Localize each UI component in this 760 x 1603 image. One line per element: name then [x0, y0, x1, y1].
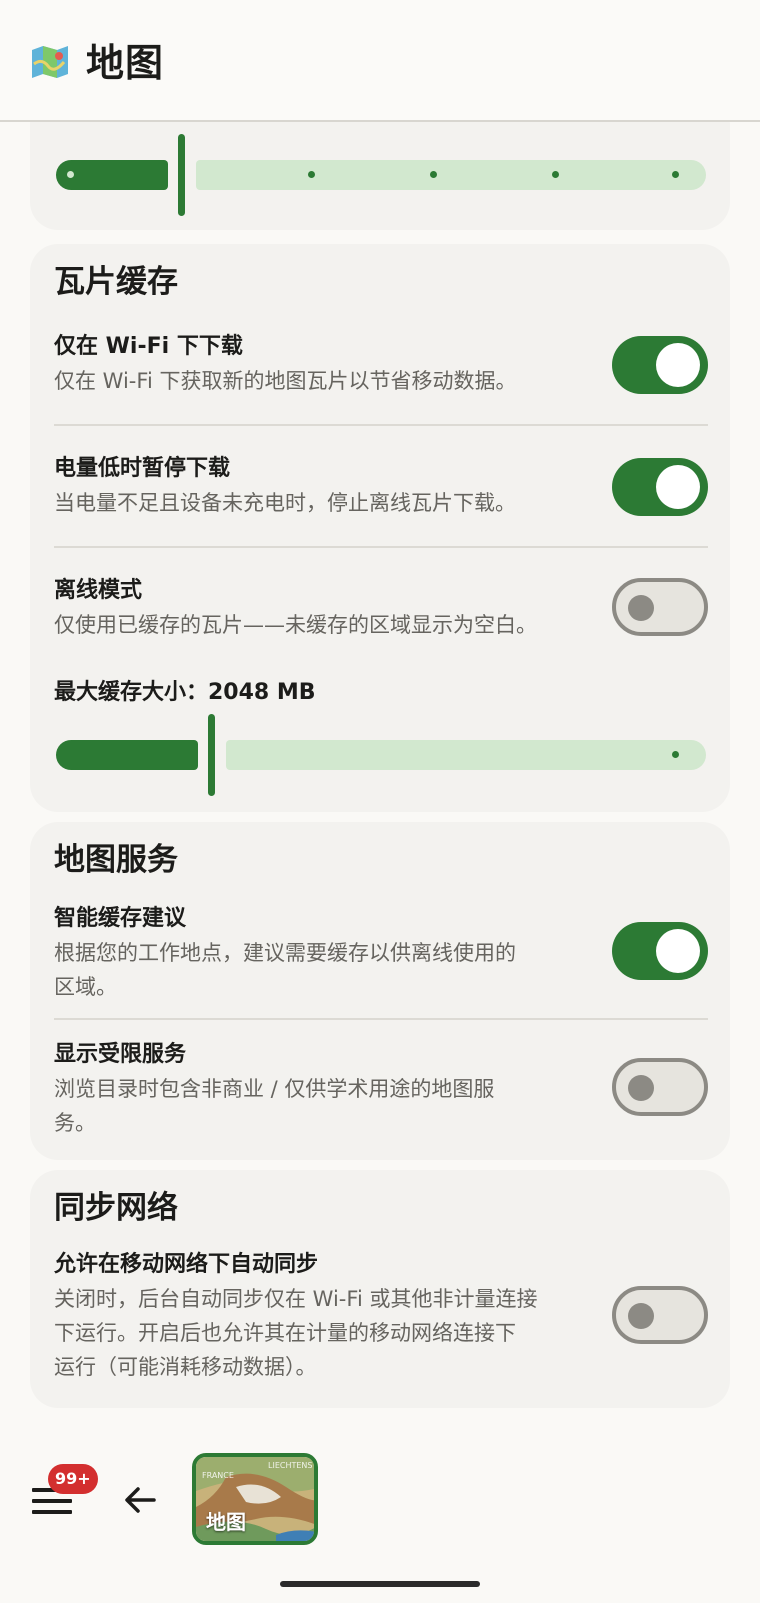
- section-title-tile-cache: 瓦片缓存: [54, 264, 178, 300]
- toggle-knob: [628, 1303, 654, 1329]
- slider-tick: [308, 171, 315, 178]
- slider-tick: [672, 171, 679, 178]
- section-title-map-services: 地图服务: [54, 842, 178, 878]
- wifi-only-desc: 仅在 Wi-Fi 下获取新的地图瓦片以节省移动数据。: [54, 369, 517, 393]
- mobile-sync-desc-line1: 关闭时，后台自动同步仅在 Wi-Fi 或其他非计量连接: [54, 1287, 538, 1311]
- bottom-bar: [0, 1420, 760, 1603]
- mobile-sync-toggle[interactable]: [612, 1286, 708, 1344]
- divider: [54, 1018, 708, 1020]
- restricted-services-desc-line2: 务。: [54, 1111, 96, 1135]
- thumbnail-label-france: FRANCE: [202, 1471, 234, 1480]
- pause-low-battery-title: 电量低时暂停下载: [54, 456, 231, 481]
- pause-low-battery-desc: 当电量不足且设备未充电时，停止离线瓦片下载。: [54, 491, 516, 515]
- toggle-knob: [656, 929, 700, 973]
- slider-handle[interactable]: [208, 714, 215, 796]
- slider-tick: [430, 171, 437, 178]
- slider-tick: [552, 171, 559, 178]
- toggle-knob: [656, 343, 700, 387]
- slider-inactive-track: [226, 740, 706, 770]
- divider: [54, 546, 708, 548]
- offline-mode-title: 离线模式: [54, 578, 143, 603]
- sync-network-card: 同步网络 允许在移动网络下自动同步 关闭时，后台自动同步仅在 Wi-Fi 或其他…: [30, 1170, 730, 1408]
- slider-active-track: [56, 740, 198, 770]
- wifi-only-title: 仅在 Wi-Fi 下下载: [54, 334, 243, 359]
- toggle-knob: [628, 595, 654, 621]
- page-title: 地图: [86, 41, 165, 85]
- map-app-icon: [32, 46, 68, 78]
- restricted-services-toggle[interactable]: [612, 1058, 708, 1116]
- offline-mode-toggle[interactable]: [612, 578, 708, 636]
- pause-low-battery-toggle[interactable]: [612, 458, 708, 516]
- smart-cache-desc-line1: 根据您的工作地点，建议需要缓存以供离线使用的: [54, 941, 516, 965]
- max-cache-slider[interactable]: [56, 714, 706, 796]
- home-indicator[interactable]: [280, 1581, 480, 1587]
- app-bar: 地图: [0, 0, 760, 122]
- map-app-thumbnail[interactable]: FRANCE LIECHTENS 地图: [192, 1453, 318, 1545]
- slider-tick: [672, 751, 679, 758]
- toggle-knob: [628, 1075, 654, 1101]
- notification-badge: 99+: [48, 1464, 98, 1494]
- restricted-services-title: 显示受限服务: [54, 1042, 187, 1067]
- tile-cache-card: 瓦片缓存 仅在 Wi-Fi 下下载 仅在 Wi-Fi 下获取新的地图瓦片以节省移…: [30, 244, 730, 812]
- toggle-knob: [656, 465, 700, 509]
- thumbnail-title: 地图: [206, 1510, 246, 1534]
- section-title-sync-network: 同步网络: [54, 1190, 178, 1226]
- restricted-services-desc-line1: 浏览目录时包含非商业 / 仅供学术用途的地图服: [54, 1077, 495, 1101]
- slider-inactive-track: [196, 160, 706, 190]
- back-arrow-icon[interactable]: [122, 1482, 158, 1518]
- smart-cache-toggle[interactable]: [612, 922, 708, 980]
- thumbnail-label-liechtenstein: LIECHTENS: [268, 1461, 313, 1470]
- smart-cache-desc-line2: 区域。: [54, 975, 117, 999]
- slider-tick: [67, 171, 74, 178]
- setting-slider[interactable]: [56, 134, 706, 216]
- offline-mode-desc: 仅使用已缓存的瓦片——未缓存的区域显示为空白。: [54, 613, 537, 637]
- slider-handle[interactable]: [178, 134, 185, 216]
- wifi-only-toggle[interactable]: [612, 336, 708, 394]
- mobile-sync-desc-line3: 运行（可能消耗移动数据）。: [54, 1355, 317, 1379]
- max-cache-label: 最大缓存大小：2048 MB: [54, 680, 316, 705]
- divider: [54, 424, 708, 426]
- map-services-card: 地图服务 智能缓存建议 根据您的工作地点，建议需要缓存以供离线使用的 区域。 显…: [30, 822, 730, 1160]
- mobile-sync-title: 允许在移动网络下自动同步: [54, 1252, 319, 1277]
- smart-cache-title: 智能缓存建议: [54, 906, 187, 931]
- mobile-sync-desc-line2: 下运行。开启后也允许其在计量的移动网络连接下: [54, 1321, 516, 1345]
